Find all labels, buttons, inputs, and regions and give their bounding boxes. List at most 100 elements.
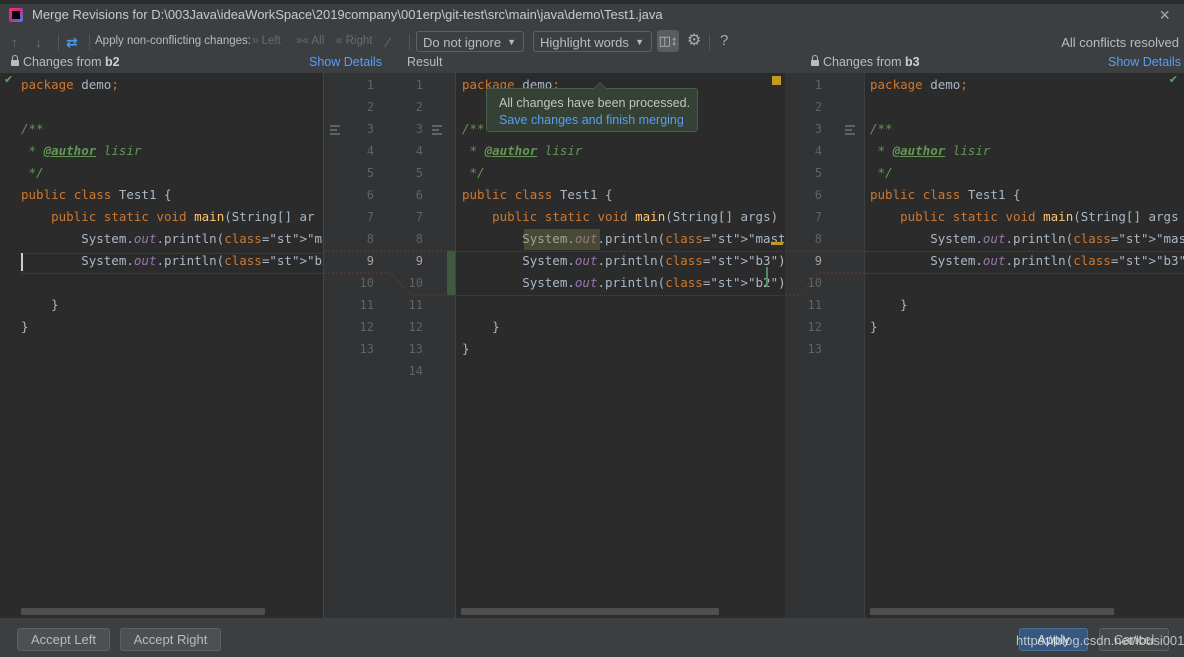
code-line: public class Test1 { [21,187,172,202]
code-line: public class Test1 { [870,187,1021,202]
left-header-prefix: Changes from [23,55,105,69]
lock-icon [11,55,19,66]
sync-scroll-icon: ◫↕ [658,33,678,48]
title-bar: Merge Revisions for D:\003Java\ideaWorkS… [0,4,1184,28]
toolbar: ↑ ↓ ⇄ Apply non-conflicting changes: » L… [0,30,1184,54]
pane-headers: Changes from b2 Show Details Result Chan… [0,54,1184,73]
toolbar-separator [709,34,710,50]
modified-error-stripe[interactable] [772,76,781,85]
result-editor-pane[interactable]: package demo;/** * @author lisir */publi… [455,73,784,618]
code-line: public static void main(String[] args) [492,209,779,224]
footer: Accept Left Accept Right Apply Cancel [0,618,1184,657]
whitespace-ignore-select[interactable]: Do not ignore ▼ [416,31,524,52]
code-line: /** [462,121,485,136]
code-line: System.out.println(class="st">"b3"); [870,253,1184,268]
apply-button[interactable]: Apply [1019,628,1088,651]
line-number: 13 [807,342,822,356]
dropdown-arrow-icon: ▼ [635,37,644,47]
merge-complete-tooltip: All changes have been processed. Save ch… [486,82,698,132]
apply-right-label: Right [345,35,373,47]
highlight-mode-select[interactable]: Highlight words ▼ [533,31,652,52]
change-boundary [456,251,784,252]
code-line: System.out.println(class="st">"master"); [21,231,323,246]
merge-status-text: All conflicts resolved [1061,35,1179,50]
apply-right-button[interactable]: « Right [336,35,372,47]
close-button[interactable]: × [1159,5,1170,25]
code-line: */ [21,165,44,180]
change-connector [785,250,865,296]
code-line: package demo; [21,77,119,92]
right-line-number-gutter: 1 2 3 4 5 6 7 8 9 10 11 12 13 [784,73,865,618]
code-line: } [462,341,470,356]
apply-all-button[interactable]: »« All [296,35,324,47]
toolbar-separator [58,34,59,50]
code-line: * @author lisir [870,143,991,158]
line-number: 12 [807,320,822,334]
code-line: System.out.println(class="st">"b3"); [462,253,784,268]
help-icon[interactable]: ? [720,32,728,50]
added-line-marker[interactable] [766,267,768,287]
word-highlight [524,229,600,250]
magic-wand-icon[interactable]: ⁄ [387,33,389,51]
left-pane-header: Changes from b2 [11,55,120,69]
code-line: } [462,319,500,334]
left-branch-name: b2 [104,55,120,69]
change-connector [324,250,456,296]
code-line: } [870,297,908,312]
horizontal-scrollbar[interactable] [870,608,1114,615]
horizontal-scrollbar[interactable] [461,608,719,615]
toolbar-separator [89,34,90,50]
synchronize-scrolling-toggle[interactable]: ◫↕ [657,30,679,52]
dropdown-arrow-icon: ▼ [507,37,516,47]
window-title: Merge Revisions for D:\003Java\ideaWorkS… [32,7,663,22]
modified-line-marker[interactable] [771,242,783,245]
code-line: package demo; [870,77,968,92]
right-branch-name: b3 [904,55,920,69]
merge-arrows-icon: »« [296,35,309,47]
save-and-finish-link[interactable]: Save changes and finish merging [499,112,697,129]
code-line: /** [21,121,44,136]
previous-change-icon[interactable]: ↑ [11,33,18,51]
code-line: */ [870,165,893,180]
line-number: 14 [408,364,423,378]
code-line: public static void main(String[] args [900,209,1179,224]
horizontal-scrollbar[interactable] [21,608,265,615]
code-line: System.out.println(class="st">"master"); [462,231,784,246]
code-line: System.out.println(class="st">"b2"); [462,275,784,290]
code-line: */ [462,165,485,180]
right-editor-pane[interactable]: ✔ package demo; /** * @author lisir */ pub… [864,73,1184,618]
change-boundary [865,273,1184,274]
check-icon: ✔ [1168,74,1178,86]
lock-icon [811,55,819,66]
cancel-button[interactable]: Cancel [1099,628,1169,651]
whitespace-ignore-value: Do not ignore [423,35,502,50]
apply-left-button[interactable]: » Left [252,35,281,47]
text-caret [21,253,23,271]
accept-right-button[interactable]: Accept Right [120,628,221,651]
right-header-prefix: Changes from [823,55,905,69]
code-line: * @author lisir [21,143,142,158]
settings-gear-icon[interactable]: ⚙ [687,32,701,50]
next-change-icon[interactable]: ↓ [35,33,42,51]
resolve-conflicts-icon[interactable]: ⇄ [66,33,78,51]
change-boundary [20,253,323,254]
left-editor-pane[interactable]: ✔ package demo; /** * @author lisir */ pub… [0,73,323,618]
accept-left-button[interactable]: Accept Left [17,628,110,651]
code-line: /** [870,121,893,136]
toolbar-separator [409,34,410,50]
check-icon: ✔ [4,74,14,86]
right-pane-header: Changes from b3 [811,55,920,69]
line-number: 12 [408,320,423,334]
line-number: 13 [408,342,423,356]
left-show-details-link[interactable]: Show Details [309,55,382,69]
apply-left-label: Left [261,35,281,47]
right-show-details-link[interactable]: Show Details [1108,55,1181,69]
code-line: } [870,319,878,334]
code-line: } [21,297,59,312]
code-line: public class Test1 { [462,187,613,202]
change-boundary [865,251,1184,252]
highlight-mode-value: Highlight words [540,35,629,50]
intellij-app-icon [9,8,23,22]
code-line: public static void main(String[] ar [51,209,315,224]
change-boundary [456,295,784,296]
